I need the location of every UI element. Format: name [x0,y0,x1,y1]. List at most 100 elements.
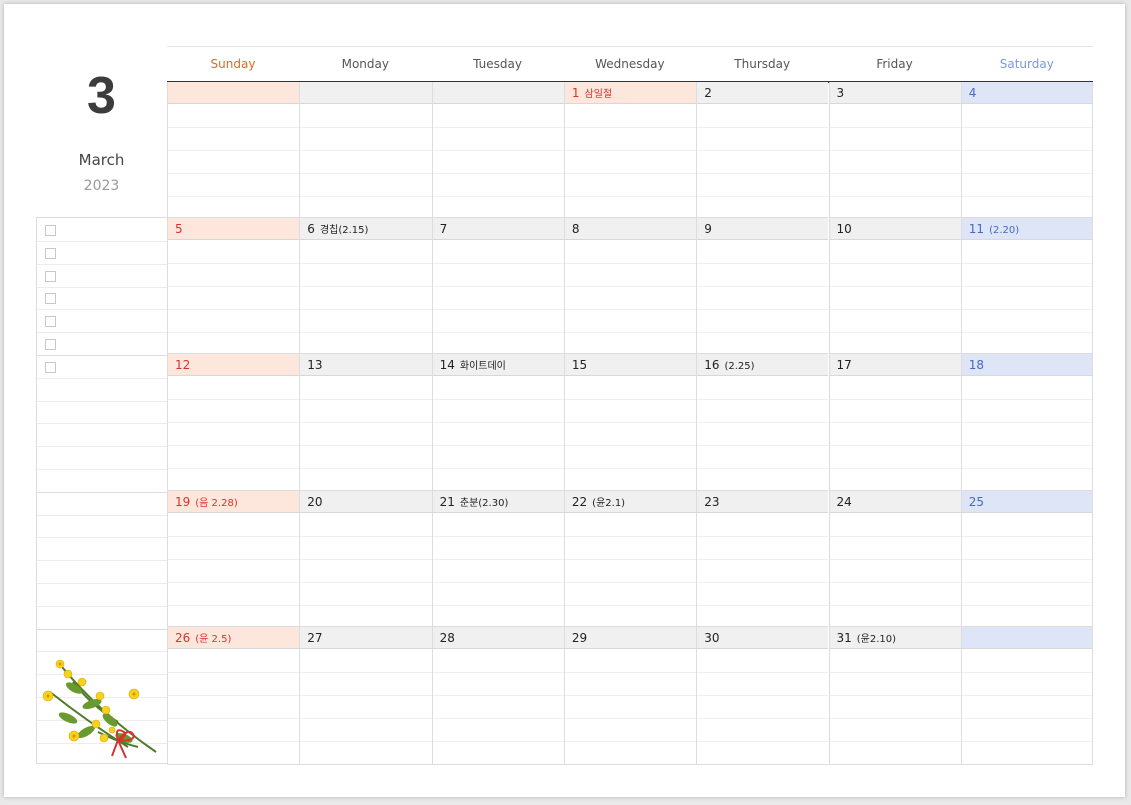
day-cell[interactable]: 9 [696,218,829,354]
ruled-line [300,332,432,333]
day-cell[interactable] [431,82,564,218]
day-cell[interactable]: 17 [828,354,961,491]
day-number: 6 [307,222,315,236]
ruled-line [432,150,564,151]
day-cell[interactable] [960,627,1094,765]
ruled-line [829,605,961,606]
day-cell[interactable]: 29 [563,627,697,765]
ruled-line [432,173,564,174]
day-cell[interactable]: 21 춘분(2.30) [431,491,564,627]
day-cell[interactable]: 27 [299,627,432,765]
day-cell[interactable]: 28 [431,627,564,765]
ruled-line [961,582,1093,583]
day-cell[interactable]: 10 [828,218,961,354]
todo-checkbox[interactable] [45,316,56,328]
day-cell[interactable]: 14 화이트데이 [431,354,564,491]
day-note: 춘분(2.30) [459,498,509,509]
day-cell[interactable]: 26 (윤 2.5) [167,627,300,765]
ruled-line [961,445,1093,446]
day-number: 26 [175,631,191,645]
todo-checkbox[interactable] [45,225,56,236]
day-number: 14 [439,358,455,372]
day-header: 13 [300,354,432,376]
day-cell[interactable] [299,82,432,218]
ruled-line [168,536,300,537]
ruled-line [300,127,432,128]
ruled-line [432,127,564,128]
ruled-line [961,399,1093,400]
day-cell[interactable]: 11 (2.20) [960,218,1094,354]
day-cell[interactable]: 24 [828,491,961,627]
day-cell[interactable] [167,82,300,218]
day-cell[interactable]: 19 (음 2.28) [167,491,300,627]
ruled-line [168,422,300,423]
day-header: 31 (윤2.10) [829,627,961,649]
day-header: 15 [564,354,697,376]
note-line [37,446,167,448]
ruled-line [961,468,1093,469]
ruled-line [432,741,564,742]
ruled-line [697,127,829,128]
todo-checkbox[interactable] [45,270,56,282]
todo-checkbox[interactable] [45,247,56,259]
day-header [300,82,432,104]
ruled-line [432,309,564,310]
ruled-line [697,445,829,446]
todo-checkbox[interactable] [45,293,56,305]
day-number: 5 [175,222,183,236]
ruled-line [961,741,1093,742]
day-cell[interactable]: 8 [563,218,697,354]
day-cell[interactable]: 13 [299,354,432,491]
ruled-line [829,468,961,469]
day-cell[interactable]: 2 [696,82,829,218]
todo-checkbox[interactable] [45,339,56,350]
day-cell[interactable]: 7 [431,218,564,354]
day-cell[interactable]: 1 삼일절 [563,82,697,218]
weekday-saturday: Saturday [999,57,1054,71]
day-cell[interactable]: 5 [167,218,300,354]
ruled-line [829,445,961,446]
day-note: 삼일절 [584,89,613,100]
day-cell[interactable]: 23 [696,491,829,627]
ruled-line [168,399,300,400]
day-cell[interactable]: 31 (윤2.10) [828,627,961,765]
day-cell[interactable]: 6 경칩(2.15) [299,218,432,354]
day-cell[interactable]: 30 [696,627,829,765]
day-number: 28 [439,631,455,645]
weekday-sunday: Sunday [210,57,256,71]
ruled-line [564,695,697,696]
todo-checkbox[interactable] [45,361,56,373]
ruled-line [564,150,697,151]
weekday-tuesday: Tuesday [473,57,522,71]
ruled-line [697,718,829,719]
day-header: 4 [961,82,1093,104]
day-cell[interactable]: 18 [960,354,1094,491]
day-cell[interactable]: 12 [167,354,300,491]
day-header: 8 [564,218,697,240]
day-number: 12 [175,358,191,372]
ruled-line [168,263,300,264]
ruled-line [432,582,564,583]
day-note: (2.25) [724,361,755,372]
day-header: 25 [961,491,1093,513]
ruled-line [300,263,432,264]
day-header: 27 [300,627,432,649]
ruled-line [168,173,300,174]
day-cell[interactable]: 20 [299,491,432,627]
day-cell[interactable]: 25 [960,491,1094,627]
ruled-line [829,741,961,742]
day-cell[interactable]: 16 (2.25) [696,354,829,491]
note-line [37,332,167,334]
day-cell[interactable]: 22 (윤2.1) [563,491,697,627]
ruled-line [961,127,1093,128]
ruled-line [829,422,961,423]
day-cell[interactable]: 3 [828,82,961,218]
day-number: 9 [704,222,712,236]
ruled-line [829,263,961,264]
ruled-line [961,196,1093,197]
day-cell[interactable]: 15 [563,354,697,491]
day-cell[interactable]: 4 [960,82,1094,218]
ruled-line [697,173,829,174]
ruled-line [564,718,697,719]
ruled-line [168,741,300,742]
